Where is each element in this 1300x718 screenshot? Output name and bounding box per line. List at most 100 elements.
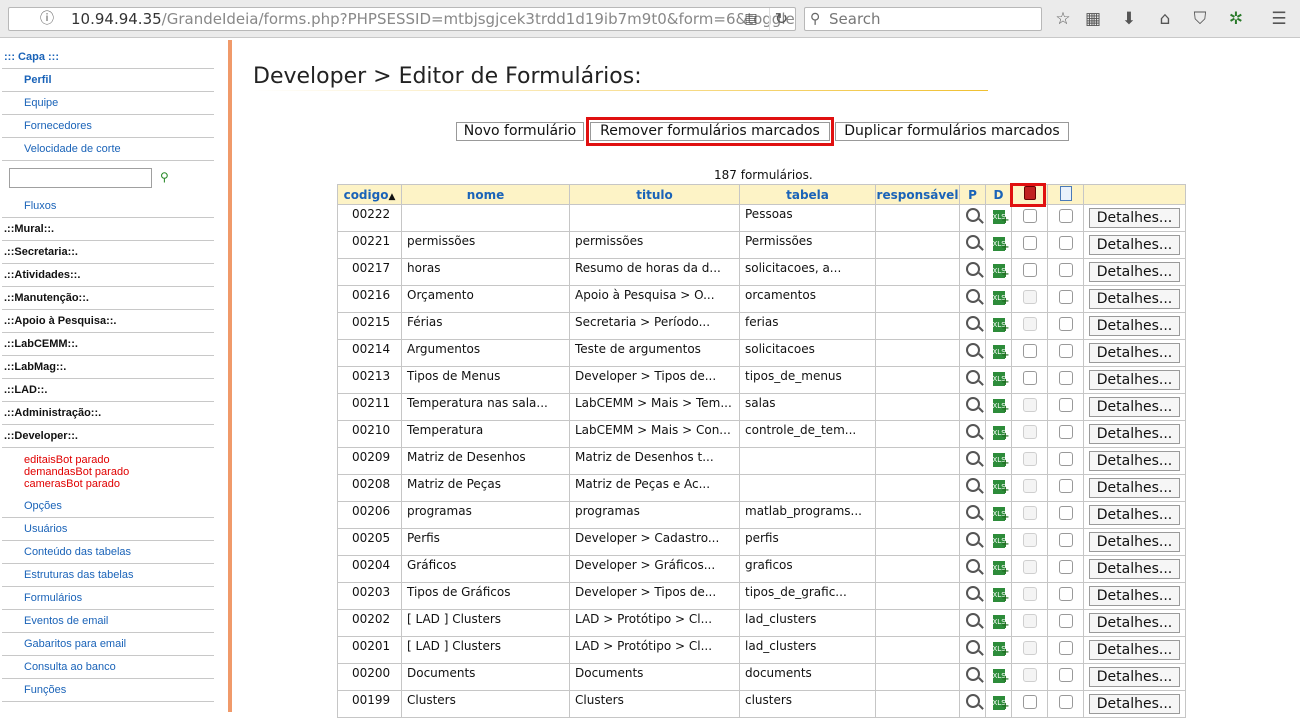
- magnifier-icon[interactable]: [965, 532, 980, 546]
- excel-export-icon[interactable]: XLS: [992, 399, 1010, 417]
- sidebar-cat-manutencao[interactable]: .::Manutenção::.: [2, 287, 214, 310]
- url-bar[interactable]: ⓘ 10.94.94.35/GrandeIdeia/forms.php?PHPS…: [8, 7, 796, 31]
- col-titulo[interactable]: titulo: [569, 184, 740, 205]
- duplicate-checkbox[interactable]: [1058, 560, 1073, 574]
- sidebar-item-velocidade[interactable]: Velocidade de corte: [2, 138, 214, 161]
- duplicate-checkbox[interactable]: [1058, 425, 1073, 439]
- sidebar-cat-mural[interactable]: .::Mural::.: [2, 218, 214, 241]
- details-button[interactable]: Detalhes...: [1089, 235, 1180, 255]
- duplicate-checkbox[interactable]: [1058, 587, 1073, 601]
- magnifier-icon[interactable]: [965, 451, 980, 465]
- details-button[interactable]: Detalhes...: [1089, 478, 1180, 498]
- magnifier-icon[interactable]: [965, 397, 980, 411]
- remove-checkbox[interactable]: [1022, 236, 1037, 250]
- details-button[interactable]: Detalhes...: [1089, 316, 1180, 336]
- sidebar-search-input[interactable]: [9, 168, 152, 188]
- magnifier-icon[interactable]: [965, 343, 980, 357]
- sidebar-item-consulta[interactable]: Consulta ao banco: [2, 656, 214, 679]
- duplicate-checkbox[interactable]: [1058, 533, 1073, 547]
- site-info-icon[interactable]: ⓘ: [40, 8, 54, 30]
- details-button[interactable]: Detalhes...: [1089, 451, 1180, 471]
- duplicate-checkbox[interactable]: [1058, 317, 1073, 331]
- search-bar[interactable]: ⚲: [804, 7, 1042, 31]
- remove-checkbox[interactable]: [1022, 344, 1037, 358]
- magnifier-icon[interactable]: [965, 208, 980, 222]
- duplicate-checkbox[interactable]: [1058, 695, 1073, 709]
- duplicate-forms-button[interactable]: Duplicar formulários marcados: [835, 122, 1069, 141]
- sidebar-cat-secretaria[interactable]: .::Secretaria::.: [2, 241, 214, 264]
- details-button[interactable]: Detalhes...: [1089, 208, 1180, 228]
- details-button[interactable]: Detalhes...: [1089, 694, 1180, 714]
- reader-view-icon[interactable]: ▤: [739, 8, 763, 30]
- bookmark-star-icon[interactable]: ☆: [1052, 8, 1074, 30]
- details-button[interactable]: Detalhes...: [1089, 640, 1180, 660]
- excel-export-icon[interactable]: XLS: [992, 696, 1010, 714]
- sidebar-item-perfil[interactable]: Perfil: [2, 69, 214, 92]
- magnifier-icon[interactable]: [965, 667, 980, 681]
- magnifier-icon[interactable]: [965, 370, 980, 384]
- sidebar-item-formularios[interactable]: Formulários: [2, 587, 214, 610]
- sidebar-item-eventos[interactable]: Eventos de email: [2, 610, 214, 633]
- excel-export-icon[interactable]: XLS: [992, 345, 1010, 363]
- duplicate-checkbox[interactable]: [1058, 398, 1073, 412]
- magnifier-icon[interactable]: [965, 505, 980, 519]
- duplicate-checkbox[interactable]: [1058, 371, 1073, 385]
- magnifier-icon[interactable]: [965, 613, 980, 627]
- excel-export-icon[interactable]: XLS: [992, 318, 1010, 336]
- duplicate-checkbox[interactable]: [1058, 236, 1073, 250]
- excel-export-icon[interactable]: XLS: [992, 372, 1010, 390]
- new-form-button[interactable]: Novo formulário: [456, 122, 584, 141]
- sidebar-item-usuarios[interactable]: Usuários: [2, 518, 214, 541]
- excel-export-icon[interactable]: XLS: [992, 507, 1010, 525]
- magnifier-icon[interactable]: [965, 559, 980, 573]
- magnifier-icon[interactable]: [965, 235, 980, 249]
- excel-export-icon[interactable]: XLS: [992, 642, 1010, 660]
- excel-export-icon[interactable]: XLS: [992, 615, 1010, 633]
- duplicate-checkbox[interactable]: [1058, 452, 1073, 466]
- downloads-icon[interactable]: ⬇: [1118, 8, 1140, 30]
- sidebar-cat-developer[interactable]: .::Developer::.: [2, 425, 214, 448]
- magnifier-icon[interactable]: [965, 694, 980, 708]
- excel-export-icon[interactable]: XLS: [992, 588, 1010, 606]
- col-p[interactable]: P: [959, 184, 986, 205]
- duplicate-checkbox[interactable]: [1058, 263, 1073, 277]
- url-text[interactable]: 10.94.94.35/GrandeIdeia/forms.php?PHPSES…: [71, 8, 795, 30]
- excel-export-icon[interactable]: XLS: [992, 669, 1010, 687]
- excel-export-icon[interactable]: XLS: [992, 291, 1010, 309]
- excel-export-icon[interactable]: XLS: [992, 210, 1010, 228]
- remove-checkbox[interactable]: [1022, 695, 1037, 709]
- magnifier-icon[interactable]: [965, 316, 980, 330]
- details-button[interactable]: Detalhes...: [1089, 262, 1180, 282]
- duplicate-checkbox[interactable]: [1058, 668, 1073, 682]
- menu-icon[interactable]: ☰: [1268, 8, 1290, 30]
- details-button[interactable]: Detalhes...: [1089, 343, 1180, 363]
- duplicate-checkbox[interactable]: [1058, 344, 1073, 358]
- sidebar-item-gabaritos[interactable]: Gabaritos para email: [2, 633, 214, 656]
- sidebar-item-equipe[interactable]: Equipe: [2, 92, 214, 115]
- details-button[interactable]: Detalhes...: [1089, 532, 1180, 552]
- sidebar-item-funcoes[interactable]: Funções: [2, 679, 214, 702]
- details-button[interactable]: Detalhes...: [1089, 505, 1180, 525]
- duplicate-checkbox[interactable]: [1058, 641, 1073, 655]
- details-button[interactable]: Detalhes...: [1089, 397, 1180, 417]
- extension-icon[interactable]: ✲: [1225, 8, 1247, 30]
- col-codigo[interactable]: codigo▲: [337, 184, 402, 205]
- remove-checkbox[interactable]: [1022, 371, 1037, 385]
- sidebar-cat-lad[interactable]: .::LAD::.: [2, 379, 214, 402]
- home-icon[interactable]: ⌂: [1154, 8, 1176, 30]
- pocket-icon[interactable]: ⛉: [1189, 8, 1211, 30]
- sidebar-item-conteudo[interactable]: Conteúdo das tabelas: [2, 541, 214, 564]
- col-tabela[interactable]: tabela: [739, 184, 876, 205]
- magnifier-icon[interactable]: [965, 478, 980, 492]
- details-button[interactable]: Detalhes...: [1089, 613, 1180, 633]
- sidebar-search-go-icon[interactable]: ⚲: [160, 170, 169, 184]
- magnifier-icon[interactable]: [965, 289, 980, 303]
- sidebar-cat-administracao[interactable]: .::Administração::.: [2, 402, 214, 425]
- sidebar-item-estruturas[interactable]: Estruturas das tabelas: [2, 564, 214, 587]
- excel-export-icon[interactable]: XLS: [992, 534, 1010, 552]
- col-nome[interactable]: nome: [401, 184, 570, 205]
- sidebar-cat-labcemm[interactable]: .::LabCEMM::.: [2, 333, 214, 356]
- duplicate-checkbox[interactable]: [1058, 479, 1073, 493]
- duplicate-checkbox[interactable]: [1058, 614, 1073, 628]
- details-button[interactable]: Detalhes...: [1089, 586, 1180, 606]
